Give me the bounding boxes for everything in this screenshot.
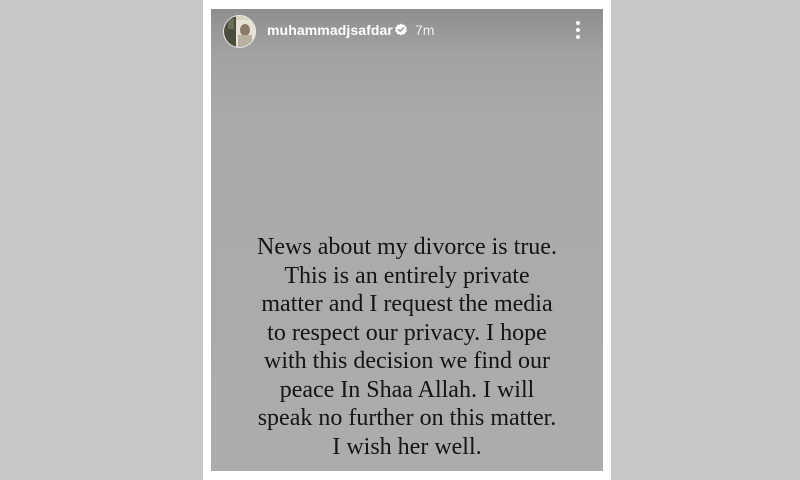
more-dot bbox=[576, 35, 580, 39]
story-card[interactable]: muhammadjsafdar 7m News about my divorce… bbox=[211, 9, 603, 471]
story-message: News about my divorce is true. This is a… bbox=[211, 233, 603, 461]
message-line: peace In Shaa Allah. I will bbox=[279, 376, 535, 403]
avatar[interactable] bbox=[223, 15, 256, 48]
message-line: News about my divorce is true. bbox=[257, 234, 557, 260]
verified-badge-icon bbox=[395, 23, 407, 36]
story-header: muhammadjsafdar 7m bbox=[211, 9, 603, 53]
username[interactable]: muhammadjsafdar bbox=[267, 22, 393, 38]
message-line: speak no further on this matter. bbox=[257, 405, 557, 431]
more-options-icon[interactable] bbox=[571, 17, 585, 43]
message-line: This is an entirely private bbox=[284, 262, 530, 289]
message-line: I wish her well. bbox=[332, 433, 482, 460]
message-line: with this decision we find our bbox=[264, 348, 550, 374]
avatar-image bbox=[224, 16, 255, 47]
more-dot bbox=[576, 28, 580, 32]
timestamp: 7m bbox=[415, 22, 435, 38]
message-line: matter and I request the media bbox=[261, 291, 553, 317]
message-line: to respect our privacy. I hope bbox=[267, 319, 547, 346]
page: muhammadjsafdar 7m News about my divorce… bbox=[0, 0, 800, 480]
more-dot bbox=[576, 21, 580, 25]
